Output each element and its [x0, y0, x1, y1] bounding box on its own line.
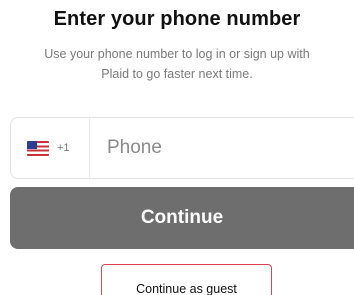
- phone-input[interactable]: [90, 117, 354, 179]
- us-flag-canton: [27, 140, 37, 149]
- phone-field: +1: [10, 117, 354, 179]
- continue-button[interactable]: Continue: [10, 187, 354, 249]
- dial-code: +1: [57, 142, 70, 154]
- page-subtitle: Use your phone number to log in or sign …: [0, 44, 354, 84]
- subtitle-line-2: Plaid to go faster next time.: [101, 67, 253, 81]
- us-flag-icon: [27, 140, 49, 156]
- page-title: Enter your phone number: [53, 8, 301, 30]
- subtitle-line-1: Use your phone number to log in or sign …: [44, 47, 310, 61]
- continue-as-guest-button[interactable]: Continue as guest: [101, 264, 272, 295]
- phone-login-page: Enter your phone number Use your phone n…: [0, 0, 354, 295]
- country-code-selector[interactable]: +1: [11, 118, 90, 178]
